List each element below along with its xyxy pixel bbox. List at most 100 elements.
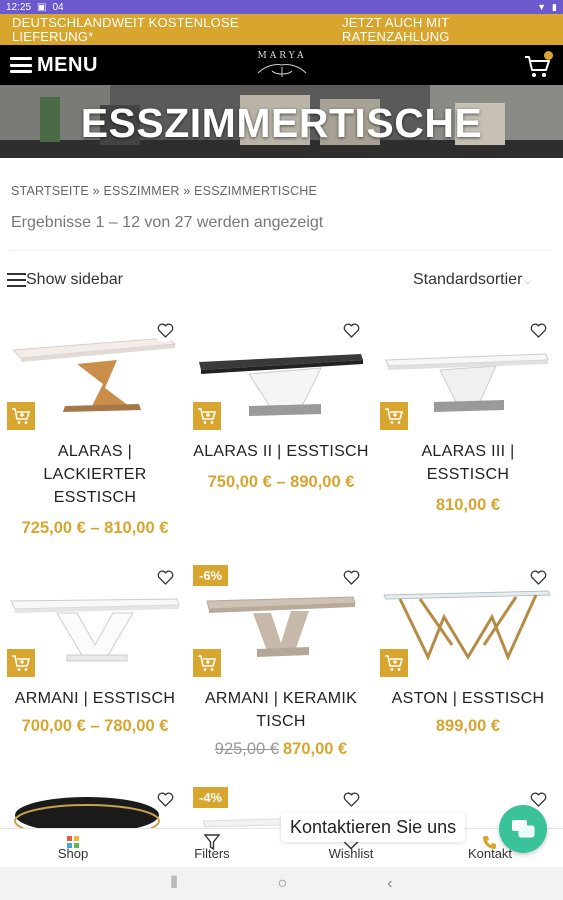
wishlist-button[interactable] (153, 565, 177, 589)
product-price-value: 899,00 € (435, 717, 501, 735)
heart-icon (343, 570, 359, 585)
wishlist-button[interactable] (339, 787, 363, 811)
chat-button[interactable] (499, 805, 547, 853)
cart-count-badge (544, 51, 553, 60)
product-title[interactable]: ALARAS | LACKIERTER ESSTISCH (7, 440, 183, 509)
site-logo[interactable]: MARYA (250, 49, 314, 81)
promo-free-delivery: DEUTSCHLANDWEIT KOSTENLOSE LIEFERUNG* (12, 15, 239, 44)
product-price: 750,00 € – 890,00 € (193, 473, 369, 492)
add-to-cart-icon (385, 655, 404, 671)
recent-apps-icon[interactable]: ⦀ (170, 875, 177, 893)
add-to-cart-button[interactable] (7, 649, 35, 677)
product-card[interactable]: ASTON | ESSTISCH 899,00 € (380, 565, 556, 770)
product-title[interactable]: ALARAS II | ESSTISCH (193, 440, 369, 463)
heart-icon (343, 792, 359, 807)
page-title: ESSZIMMERTISCHE (80, 100, 483, 146)
logo-ornament-icon (257, 64, 307, 77)
product-price-value: 725,00 € – 810,00 € (21, 519, 169, 537)
add-to-cart-button[interactable] (193, 649, 221, 677)
menu-button[interactable]: MENU (10, 54, 98, 77)
heart-icon (530, 570, 546, 585)
show-sidebar-button[interactable]: Show sidebar (7, 271, 123, 289)
product-title[interactable]: ASTON | ESSTISCH (380, 687, 556, 710)
app-root: 12:25 ▣ 04 ▼ ▮ DEUTSCHLANDWEIT KOSTENLOS… (0, 0, 563, 900)
divider (11, 250, 552, 251)
product-card[interactable]: ALARAS | LACKIERTER ESSTISCH 725,00 € – … (7, 318, 183, 548)
nav-filters-label: Filters (194, 846, 230, 861)
nav-shop[interactable]: Shop (18, 829, 128, 868)
chat-label[interactable]: Kontaktieren Sie uns (281, 813, 466, 842)
status-bar: 12:25 ▣ 04 ▼ ▮ (0, 0, 563, 14)
add-to-cart-icon (198, 408, 217, 424)
notification-count: 04 (52, 1, 64, 13)
site-header: MENU MARYA (0, 45, 563, 85)
status-time: 12:25 (6, 1, 32, 13)
nav-shop-label: Shop (57, 846, 89, 861)
result-count: Ergebnisse 1 – 12 von 27 werden angezeig… (11, 214, 324, 231)
discount-badge: -4% (193, 787, 229, 808)
breadcrumb: STARTSEITE » ESSZIMMER » ESSZIMMERTISCHE (11, 184, 317, 198)
product-card[interactable]: ARMANI | ESSTISCH 700,00 € – 780,00 € (7, 565, 183, 770)
product-title[interactable]: ALARAS III | ESSTISCH (380, 440, 556, 486)
notification-icon: ▣ (37, 1, 47, 13)
add-to-cart-button[interactable] (193, 402, 221, 430)
product-title[interactable]: ARMANI | KERAMIK TISCH (193, 687, 369, 733)
heart-icon (530, 323, 546, 338)
product-card[interactable]: ALARAS II | ESSTISCH 750,00 € – 890,00 € (193, 318, 369, 498)
heart-icon (343, 323, 359, 338)
wifi-icon: ▼ (537, 2, 547, 12)
add-to-cart-icon (198, 655, 217, 671)
product-price: 899,00 € (380, 717, 556, 736)
sort-label: Standardsortier (413, 271, 523, 288)
battery-icon: ▮ (552, 1, 557, 12)
discount-badge: -6% (193, 565, 229, 586)
nav-filters[interactable]: Filters (157, 829, 267, 868)
product-price-value: 810,00 € (435, 496, 501, 514)
hamburger-icon (10, 57, 32, 73)
breadcrumb-separator: » (92, 184, 100, 198)
product-price: 925,00 €870,00 € (193, 740, 369, 759)
wishlist-button[interactable] (153, 787, 177, 811)
add-to-cart-icon (12, 655, 31, 671)
wishlist-button[interactable] (339, 318, 363, 342)
heart-icon (530, 792, 546, 807)
breadcrumb-separator: » (183, 184, 191, 198)
wishlist-button[interactable] (526, 565, 550, 589)
show-sidebar-label: Show sidebar (26, 271, 123, 288)
breadcrumb-esszimmer[interactable]: ESSZIMMER (103, 184, 179, 198)
chat-bubble-icon (512, 820, 535, 838)
add-to-cart-button[interactable] (380, 649, 408, 677)
home-icon[interactable]: ○ (278, 875, 288, 893)
product-old-price: 925,00 € (214, 740, 279, 758)
product-card[interactable]: -6% ARMANI | KERAMIK TISCH 925,00 €870,0… (193, 565, 369, 770)
nav-wishlist-label: Wishlist (328, 846, 374, 861)
wishlist-button[interactable] (526, 318, 550, 342)
add-to-cart-icon (385, 408, 404, 424)
promo-bar: DEUTSCHLANDWEIT KOSTENLOSE LIEFERUNG* JE… (0, 14, 563, 45)
back-icon[interactable]: ‹ (387, 875, 392, 893)
system-navigation-bar: ⦀ ○ ‹ (0, 867, 563, 900)
product-title[interactable]: ARMANI | ESSTISCH (7, 687, 183, 710)
heart-icon (157, 792, 173, 807)
wishlist-button[interactable] (339, 565, 363, 589)
add-to-cart-icon (12, 408, 31, 424)
add-to-cart-button[interactable] (7, 402, 35, 430)
product-price-value: 870,00 € (283, 740, 348, 758)
breadcrumb-home[interactable]: STARTSEITE (11, 184, 89, 198)
product-price-value: 750,00 € – 890,00 € (207, 473, 355, 491)
chevron-down-icon: ⌵ (524, 276, 532, 286)
product-price: 810,00 € (380, 496, 556, 515)
wishlist-button[interactable] (153, 318, 177, 342)
heart-icon (157, 570, 173, 585)
logo-text: MARYA (257, 51, 307, 61)
sort-select[interactable]: Standardsortier ⌵ (413, 271, 531, 289)
product-price: 725,00 € – 810,00 € (7, 519, 183, 538)
cart-button[interactable] (523, 51, 553, 79)
product-card[interactable]: ALARAS III | ESSTISCH 810,00 € (380, 318, 556, 523)
product-price-value: 700,00 € – 780,00 € (21, 717, 169, 735)
product-card[interactable] (7, 787, 183, 828)
product-price: 700,00 € – 780,00 € (7, 717, 183, 736)
category-hero: ESSZIMMERTISCHE (0, 85, 563, 158)
breadcrumb-current: ESSZIMMERTISCHE (194, 184, 318, 198)
add-to-cart-button[interactable] (380, 402, 408, 430)
